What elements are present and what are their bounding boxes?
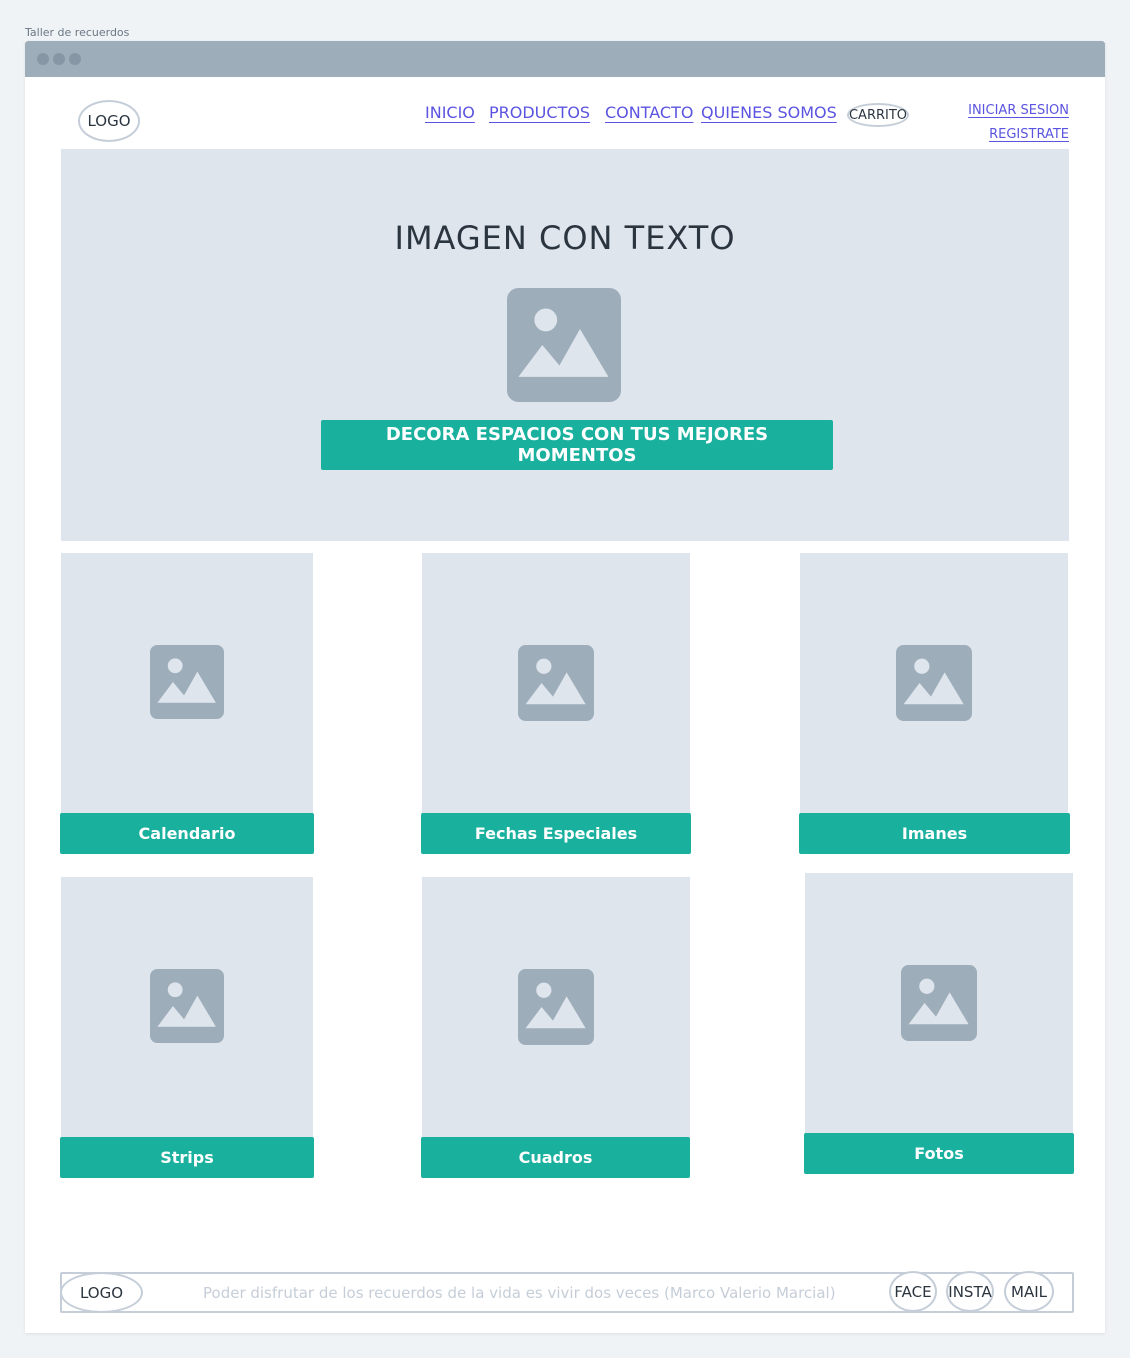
hero-banner: IMAGEN CON TEXTO DECORA ESPACIOS CON TUS…	[61, 149, 1069, 541]
product-button-imanes[interactable]: Imanes	[799, 813, 1070, 854]
image-placeholder-icon	[518, 645, 594, 721]
product-image-fotos[interactable]	[805, 873, 1073, 1135]
product-button-cuadros[interactable]: Cuadros	[421, 1137, 690, 1178]
product-image-strips[interactable]	[61, 877, 313, 1139]
image-placeholder-icon	[896, 645, 972, 721]
login-link[interactable]: INICIAR SESION	[968, 103, 1069, 118]
register-link[interactable]: REGISTRATE	[989, 127, 1069, 142]
product-image-calendario[interactable]	[61, 553, 313, 815]
browser-window: LOGO INICIO PRODUCTOS CONTACTO QUIENES S…	[25, 41, 1105, 1333]
product-image-fechas-especiales[interactable]	[422, 553, 690, 815]
hero-cta-button[interactable]: DECORA ESPACIOS CON TUS MEJORES MOMENTOS	[321, 420, 833, 470]
instagram-link[interactable]: INSTA	[946, 1271, 994, 1312]
header-logo[interactable]: LOGO	[78, 100, 140, 142]
nav-link-contacto[interactable]: CONTACTO	[605, 103, 693, 122]
image-placeholder-icon	[150, 969, 224, 1043]
window-dot-icon	[53, 53, 65, 65]
nav-link-productos[interactable]: PRODUCTOS	[489, 103, 590, 122]
window-dot-icon	[37, 53, 49, 65]
product-image-imanes[interactable]	[800, 553, 1068, 815]
product-button-fotos[interactable]: Fotos	[804, 1133, 1074, 1174]
image-placeholder-icon	[150, 645, 224, 719]
nav-link-inicio[interactable]: INICIO	[425, 103, 475, 122]
mail-link[interactable]: MAIL	[1004, 1271, 1054, 1312]
nav-link-quienes-somos[interactable]: QUIENES SOMOS	[701, 103, 837, 122]
product-button-fechas-especiales[interactable]: Fechas Especiales	[421, 813, 691, 854]
product-button-strips[interactable]: Strips	[60, 1137, 314, 1178]
product-button-calendario[interactable]: Calendario	[60, 813, 314, 854]
window-titlebar	[25, 41, 1105, 77]
footer-logo[interactable]: LOGO	[60, 1272, 143, 1313]
image-placeholder-icon	[901, 965, 977, 1041]
cart-button[interactable]: CARRITO	[847, 103, 909, 127]
facebook-link[interactable]: FACE	[889, 1271, 937, 1312]
image-placeholder-icon	[518, 969, 594, 1045]
hero-title: IMAGEN CON TEXTO	[394, 219, 736, 257]
page-label: Taller de recuerdos	[25, 26, 130, 39]
image-placeholder-icon	[507, 288, 621, 402]
footer-quote: Poder disfrutar de los recuerdos de la v…	[203, 1284, 836, 1302]
window-dot-icon	[69, 53, 81, 65]
product-image-cuadros[interactable]	[422, 877, 690, 1139]
